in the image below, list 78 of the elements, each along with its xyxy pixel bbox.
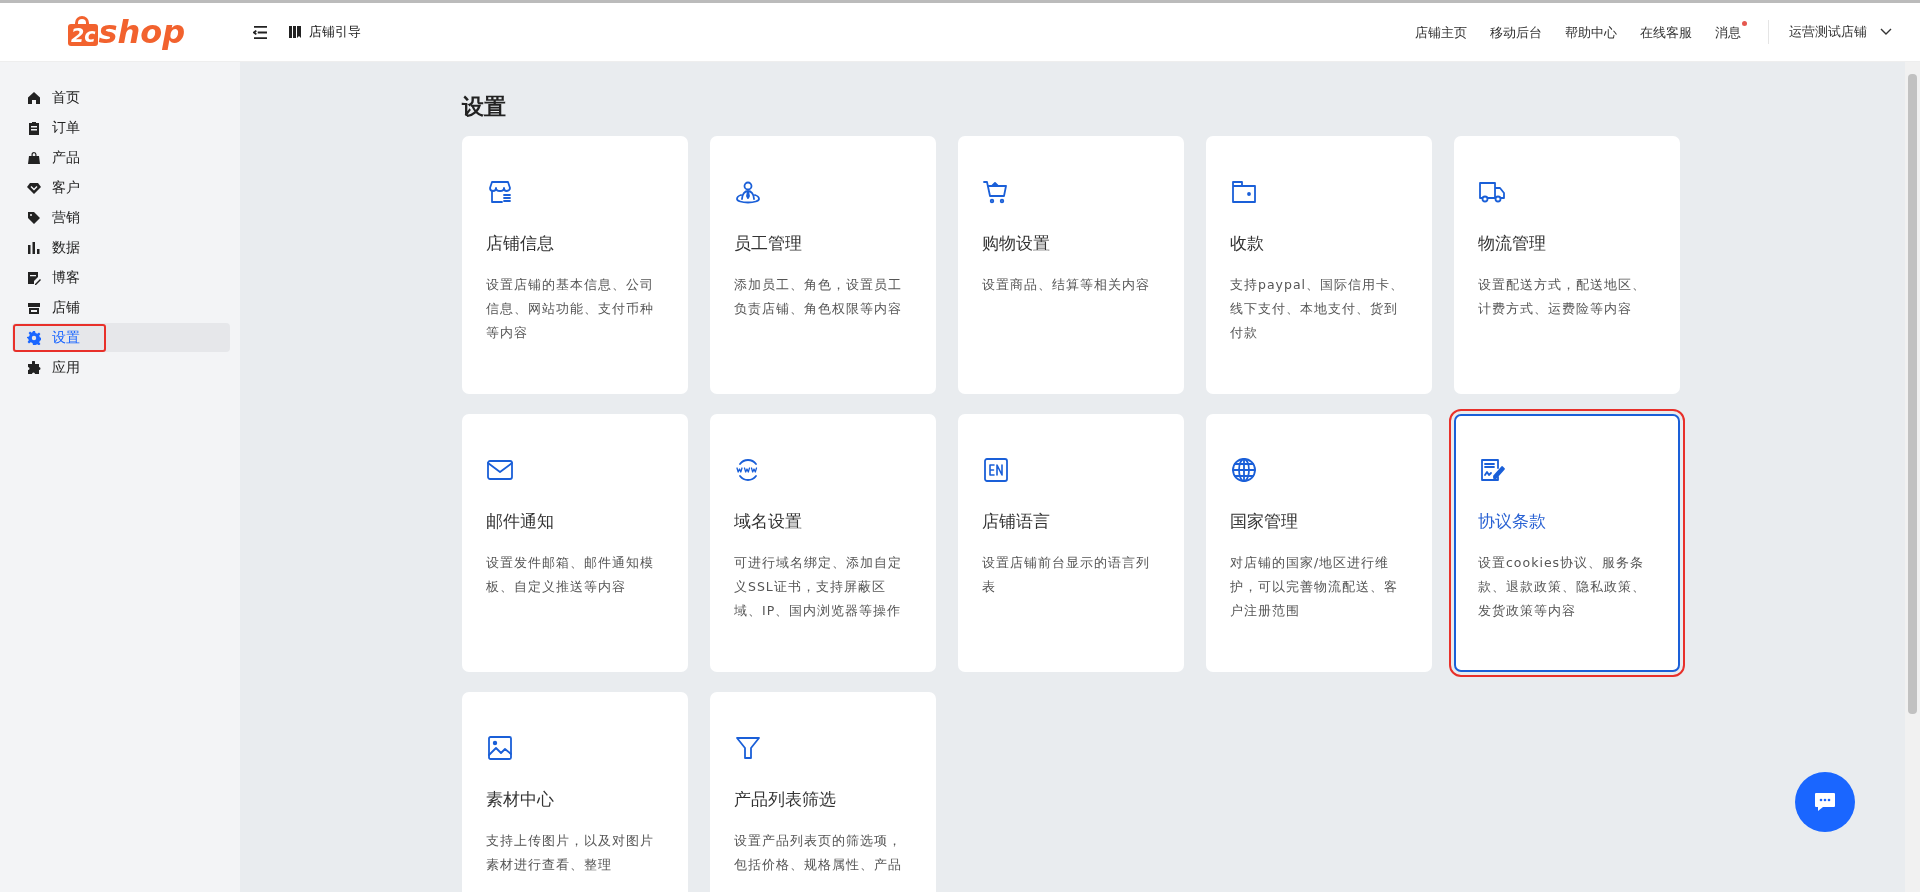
sidebar-item[interactable]: 营销: [12, 203, 230, 232]
card-description: 支持上传图片，以及对图片素材进行查看、整理: [486, 832, 655, 874]
settings-card[interactable]: 邮件通知 设置发件邮箱、邮件通知模板、自定义推送等内容: [462, 414, 688, 672]
book-icon: [288, 25, 303, 39]
shop-logo: 2c shop: [68, 14, 186, 50]
card-description: 设置店铺的基本信息、公司信息、网站功能、支付币种等内容: [486, 276, 655, 342]
settings-card[interactable]: 店铺语言 设置店铺前台显示的语言列表: [958, 414, 1184, 672]
diamond-icon: [27, 180, 41, 195]
sidebar-item[interactable]: 应用: [12, 353, 230, 382]
language-icon: [982, 456, 1010, 484]
settings-card[interactable]: 国家管理 对店铺的国家/地区进行维护，可以完善物流配送、客户注册范围: [1206, 414, 1432, 672]
card-title: 物流管理: [1478, 232, 1547, 255]
sidebar-item[interactable]: 设置: [12, 323, 230, 352]
settings-card[interactable]: 产品列表筛选 设置产品列表页的筛选项，包括价格、规格属性、产品: [710, 692, 936, 892]
globe-icon: [1230, 456, 1258, 484]
card-title: 产品列表筛选: [734, 788, 837, 811]
card-title: 素材中心: [486, 788, 555, 811]
settings-card[interactable]: 收款 支持paypal、国际信用卡、线下支付、本地支付、货到付款: [1206, 136, 1432, 394]
chat-bubble-icon: [1814, 792, 1836, 812]
scrollbar[interactable]: [1905, 62, 1920, 892]
card-title: 邮件通知: [486, 510, 555, 533]
image-icon: [486, 734, 514, 762]
sidebar-item[interactable]: 首页: [12, 83, 230, 112]
card-title: 收款: [1230, 232, 1265, 255]
filter-icon: [734, 734, 762, 762]
tag-icon: [27, 210, 41, 225]
storefront-icon: [486, 178, 514, 206]
cart-icon: [982, 178, 1010, 206]
card-title: 店铺信息: [486, 232, 555, 255]
settings-card[interactable]: 员工管理 添加员工、角色，设置员工负责店铺、角色权限等内容: [710, 136, 936, 394]
card-description: 设置商品、结算等相关内容: [982, 276, 1151, 294]
chevron-down-icon: [1880, 28, 1892, 36]
home-icon: [27, 90, 41, 105]
card-description: 设置配送方式，配送地区、计费方式、运费险等内容: [1478, 276, 1647, 318]
settings-card[interactable]: 购物设置 设置商品、结算等相关内容: [958, 136, 1184, 394]
document-icon: [1478, 456, 1506, 484]
card-title: 员工管理: [734, 232, 803, 255]
header-link[interactable]: 消息: [1715, 20, 1748, 44]
settings-card[interactable]: 域名设置 可进行域名绑定、添加自定义SSL证书，支持屏蔽区域、IP、国内浏览器等操作: [710, 414, 936, 672]
card-description: 设置店铺前台显示的语言列表: [982, 554, 1151, 596]
chat-button[interactable]: [1795, 772, 1855, 832]
menu-icon[interactable]: [253, 25, 269, 39]
sidebar-item[interactable]: 产品: [12, 143, 230, 172]
header-link[interactable]: 在线客服: [1640, 20, 1699, 44]
bar-chart-icon: [27, 240, 41, 255]
card-description: 可进行域名绑定、添加自定义SSL证书，支持屏蔽区域、IP、国内浏览器等操作: [734, 554, 903, 620]
card-title: 购物设置: [982, 232, 1051, 255]
page-title: 设置: [462, 93, 507, 121]
shopping-bag-icon: [27, 150, 41, 165]
sidebar-item[interactable]: 博客: [12, 263, 230, 292]
header-link[interactable]: 移动后台: [1490, 20, 1549, 44]
card-title: 域名设置: [734, 510, 803, 533]
card-description: 支持paypal、国际信用卡、线下支付、本地支付、货到付款: [1230, 276, 1406, 342]
header-link[interactable]: 帮助中心: [1565, 20, 1624, 44]
card-description: 添加员工、角色，设置员工负责店铺、角色权限等内容: [734, 276, 903, 318]
header-link[interactable]: 店铺主页: [1415, 20, 1474, 44]
card-description: 对店铺的国家/地区进行维护，可以完善物流配送、客户注册范围: [1230, 554, 1399, 620]
puzzle-icon: [27, 360, 41, 375]
card-title: 协议条款: [1478, 510, 1547, 533]
sidebar-item[interactable]: 客户: [12, 173, 230, 202]
store-guide-link[interactable]: 店铺引导: [288, 23, 362, 41]
card-description: 设置发件邮箱、邮件通知模板、自定义推送等内容: [486, 554, 655, 596]
edit-icon: [27, 270, 41, 285]
settings-card[interactable]: 物流管理 设置配送方式，配送地区、计费方式、运费险等内容: [1454, 136, 1680, 394]
gear-icon: [27, 330, 41, 345]
clipboard-icon: [27, 120, 41, 135]
store-icon: [27, 300, 41, 315]
wallet-icon: [1230, 178, 1258, 206]
store-selector[interactable]: 运营测试店铺: [1789, 23, 1892, 41]
sidebar-item[interactable]: 订单: [12, 113, 230, 142]
card-title: 店铺语言: [982, 510, 1051, 533]
settings-card[interactable]: 素材中心 支持上传图片，以及对图片素材进行查看、整理: [462, 692, 688, 892]
card-title: 国家管理: [1230, 510, 1299, 533]
sidebar-item[interactable]: 店铺: [12, 293, 230, 322]
card-description: 设置cookies协议、服务条款、退款政策、隐私政策、发货政策等内容: [1478, 554, 1647, 620]
sidebar-item[interactable]: 数据: [12, 233, 230, 262]
card-description: 设置产品列表页的筛选项，包括价格、规格属性、产品: [734, 832, 903, 874]
settings-card[interactable]: 店铺信息 设置店铺的基本信息、公司信息、网站功能、支付币种等内容: [462, 136, 688, 394]
